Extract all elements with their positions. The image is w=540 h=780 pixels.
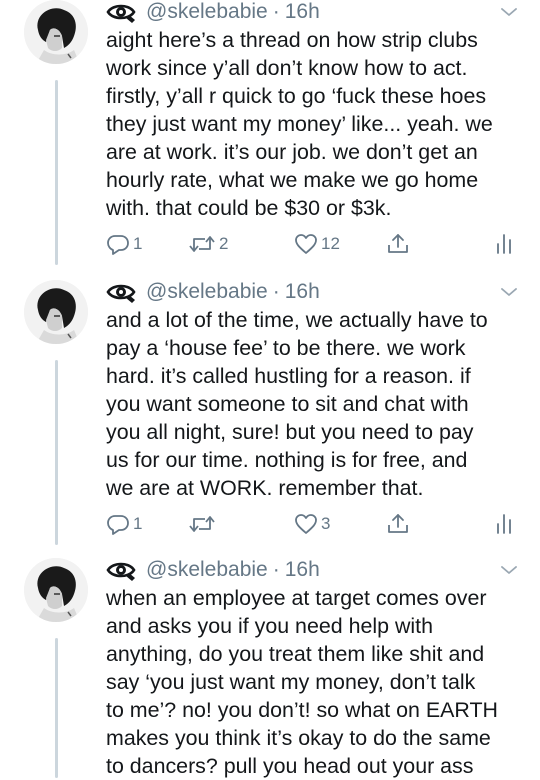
separator-dot: ·: [272, 0, 280, 23]
thread-line: [55, 360, 58, 545]
analytics-icon: [492, 232, 516, 256]
avatar[interactable]: [24, 0, 88, 64]
tweet-text-line: to dancers? pull you head out your ass: [106, 754, 474, 778]
retweet-icon: [188, 232, 216, 256]
analytics-button[interactable]: [492, 510, 516, 538]
tweet-text-line: you all night, sure! but you need to pay: [106, 420, 474, 444]
tweet-text-line: are at work. it’s our job. we don’t get …: [106, 140, 478, 164]
tweet-text-line: with. that could be $30 or $3k.: [106, 196, 392, 220]
tweet-handle[interactable]: @skelebabie: [146, 0, 268, 24]
share-button[interactable]: [386, 230, 410, 258]
like-button[interactable]: 12: [294, 230, 340, 258]
share-icon: [386, 512, 410, 536]
tweet-text-line: and asks you if you need help with: [106, 614, 434, 638]
separator-dot: ·: [272, 280, 280, 303]
retweet-count: 2: [219, 234, 229, 253]
tweet-timestamp[interactable]: 16h: [285, 558, 320, 582]
thread-line: [55, 80, 58, 265]
analytics-button[interactable]: [492, 230, 516, 258]
tweet-text-line: hourly rate, what we make we go home: [106, 168, 479, 192]
share-button[interactable]: [386, 510, 410, 538]
tweet-text-line: pay a ‘house fee’ to be there. we work: [106, 336, 466, 360]
retweet-button[interactable]: [188, 510, 219, 538]
reply-button[interactable]: 1: [106, 510, 142, 538]
retweet-icon: [188, 512, 216, 536]
reply-button[interactable]: 1: [106, 230, 142, 258]
eye-icon: [106, 0, 136, 24]
tweet-text-line: when an employee at target comes over: [106, 586, 487, 610]
chevron-down-icon[interactable]: [500, 561, 518, 579]
tweet-text-line: they just want my money’ like... yeah. w…: [106, 112, 493, 136]
tweet-header: @skelebabie · 16h: [106, 280, 320, 304]
tweet-text-line: to me’? no! you don’t! so what on EARTH: [106, 698, 498, 722]
tweet-text-line: hard. it’s called hustling for a reason.…: [106, 364, 471, 388]
share-icon: [386, 232, 410, 256]
chevron-down-icon[interactable]: [500, 283, 518, 301]
tweet-text-line: aight here’s a thread on how strip clubs: [106, 28, 478, 52]
separator-dot: ·: [272, 558, 280, 581]
like-button[interactable]: 3: [294, 510, 330, 538]
tweet-actions: 1 3: [106, 510, 526, 538]
tweet-header: @skelebabie · 16h: [106, 558, 320, 582]
thread-line: [55, 638, 58, 778]
retweet-button[interactable]: 2: [188, 230, 228, 258]
tweet-text-line: anything, do you treat them like shit an…: [106, 642, 485, 666]
reply-count: 1: [133, 514, 143, 533]
tweet-handle[interactable]: @skelebabie: [146, 280, 268, 304]
tweet-text-line: you want someone to sit and chat with: [106, 392, 469, 416]
tweet-timestamp[interactable]: 16h: [285, 0, 320, 24]
tweet-text-line: we are at WORK. remember that.: [106, 476, 424, 500]
like-count: 12: [321, 234, 340, 253]
tweet-text: aight here’s a thread on how strip clubs…: [106, 26, 516, 222]
heart-icon: [294, 232, 318, 256]
tweet-actions: 1 2 12: [106, 230, 526, 258]
tweet-text: and a lot of the time, we actually have …: [106, 306, 516, 502]
eye-icon: [106, 558, 136, 582]
chevron-down-icon[interactable]: [500, 3, 518, 21]
avatar[interactable]: [24, 280, 88, 344]
tweet-handle[interactable]: @skelebabie: [146, 558, 268, 582]
tweet-text-line: firstly, y’all r quick to go ‘fuck these…: [106, 84, 487, 108]
tweet-header: @skelebabie · 16h: [106, 0, 320, 24]
reply-icon: [106, 512, 130, 536]
reply-icon: [106, 232, 130, 256]
tweet-text-line: us for our time. nothing is for free, an…: [106, 448, 468, 472]
eye-icon: [106, 280, 136, 304]
avatar[interactable]: [24, 558, 88, 622]
heart-icon: [294, 512, 318, 536]
tweet-timestamp[interactable]: 16h: [285, 280, 320, 304]
tweet-text-line: and a lot of the time, we actually have …: [106, 308, 488, 332]
tweet-text-line: say ‘you just want my money, don’t talk: [106, 670, 476, 694]
analytics-icon: [492, 512, 516, 536]
like-count: 3: [321, 514, 331, 533]
tweet-text-line: work since y’all don’t know how to act.: [106, 56, 468, 80]
reply-count: 1: [133, 234, 143, 253]
tweet-text: when an employee at target comes over an…: [106, 584, 516, 780]
tweet-text-line: makes you think it’s okay to do the same: [106, 726, 491, 750]
